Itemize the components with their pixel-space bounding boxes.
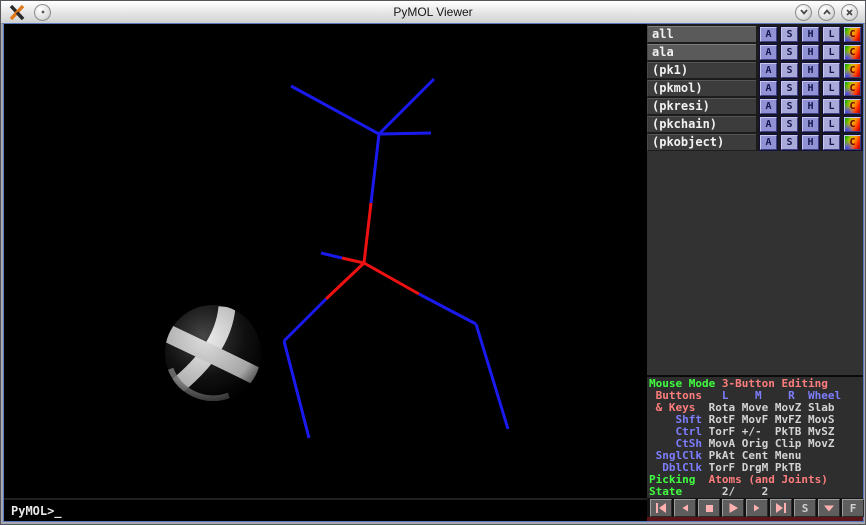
show-s-button[interactable]: S [781,99,798,114]
chevron-down-icon [799,8,809,16]
color-c-button[interactable]: C [844,117,861,132]
close-icon [845,8,854,17]
hide-h-button[interactable]: H [802,81,819,96]
dot-icon [39,8,47,16]
action-a-button[interactable]: A [760,117,777,132]
color-c-button[interactable]: C [844,99,861,114]
step-forward-button[interactable] [746,499,768,517]
show-s-button[interactable]: S [781,81,798,96]
object-name[interactable]: (pkresi) [647,98,756,115]
sticky-button[interactable] [34,4,51,21]
shade-button[interactable] [795,4,812,21]
stop-icon [705,504,714,513]
show-s-button[interactable]: S [781,63,798,78]
pymol-viewer-window: PyMOL Viewer [0,0,866,525]
sidebar: all A S H L C ala A S H L [647,24,863,498]
triangle-down-icon [823,504,835,513]
cli-prompt: PyMOL> [11,504,54,518]
action-a-button[interactable]: A [760,135,777,150]
object-name[interactable]: (pkobject) [647,134,756,151]
object-row-pkmol: (pkmol) A S H L C [647,80,863,97]
object-name[interactable]: (pkchain) [647,116,756,133]
object-name[interactable]: (pk1) [647,62,756,79]
label-l-button[interactable]: L [823,81,840,96]
action-a-button[interactable]: A [760,63,777,78]
object-name[interactable]: ala [647,44,756,61]
object-row-pkobject: (pkobject) A S H L C [647,134,863,151]
object-row-ala: ala A S H L C [647,44,863,61]
color-c-button[interactable]: C [844,45,861,60]
close-button[interactable] [841,4,858,21]
window-title: PyMOL Viewer [1,5,865,19]
show-s-button[interactable]: S [781,27,798,42]
mouse-mode-panel: Mouse Mode 3-Button Editing Buttons L M … [647,375,863,498]
skip-to-end-icon [775,503,787,513]
skip-to-start-button[interactable] [650,499,672,517]
skip-to-start-icon [655,503,667,513]
show-s-button[interactable]: S [781,117,798,132]
object-list: all A S H L C ala A S H L [647,24,863,151]
label-l-button[interactable]: L [823,27,840,42]
label-l-button[interactable]: L [823,63,840,78]
maximize-button[interactable] [818,4,835,21]
show-s-button[interactable]: S [781,45,798,60]
frame-menu-button[interactable] [818,499,840,517]
chevron-up-icon [822,8,832,16]
color-c-button[interactable]: C [844,135,861,150]
play-button[interactable] [722,499,744,517]
fullscreen-f-button[interactable]: F [842,499,864,517]
color-c-button[interactable]: C [844,63,861,78]
color-c-button[interactable]: C [844,81,861,96]
scene-s-button[interactable]: S [794,499,816,517]
action-a-button[interactable]: A [760,45,777,60]
stop-button[interactable] [698,499,720,517]
titlebar[interactable]: PyMOL Viewer [1,1,865,24]
viewport-3d[interactable] [4,24,647,498]
hide-h-button[interactable]: H [802,63,819,78]
object-row-pk1: (pk1) A S H L C [647,62,863,79]
sidebar-spacer [647,151,863,375]
color-c-button[interactable]: C [844,27,861,42]
playback-controls: S F [647,498,863,521]
molecule-render [4,24,647,498]
state-row: State 2/ 2 [649,486,861,498]
object-name[interactable]: all [647,26,756,43]
action-a-button[interactable]: A [760,27,777,42]
label-l-button[interactable]: L [823,99,840,114]
skip-to-end-button[interactable] [770,499,792,517]
object-row-all: all A S H L C [647,26,863,43]
step-back-button[interactable] [674,499,696,517]
hide-h-button[interactable]: H [802,27,819,42]
play-icon [728,503,739,513]
action-a-button[interactable]: A [760,81,777,96]
step-back-icon [680,503,690,513]
show-s-button[interactable]: S [781,135,798,150]
action-a-button[interactable]: A [760,99,777,114]
pick-sphere-marker [165,305,261,401]
x11-logo-icon [8,4,26,21]
label-l-button[interactable]: L [823,135,840,150]
hide-h-button[interactable]: H [802,135,819,150]
cli-cursor: _ [54,504,61,518]
hide-h-button[interactable]: H [802,117,819,132]
label-l-button[interactable]: L [823,117,840,132]
object-row-pkchain: (pkchain) A S H L C [647,116,863,133]
object-name[interactable]: (pkmol) [647,80,756,97]
label-l-button[interactable]: L [823,45,840,60]
step-forward-icon [752,503,762,513]
hide-h-button[interactable]: H [802,99,819,114]
object-row-pkresi: (pkresi) A S H L C [647,98,863,115]
command-line-input[interactable]: PyMOL>_ [4,498,647,521]
hide-h-button[interactable]: H [802,45,819,60]
